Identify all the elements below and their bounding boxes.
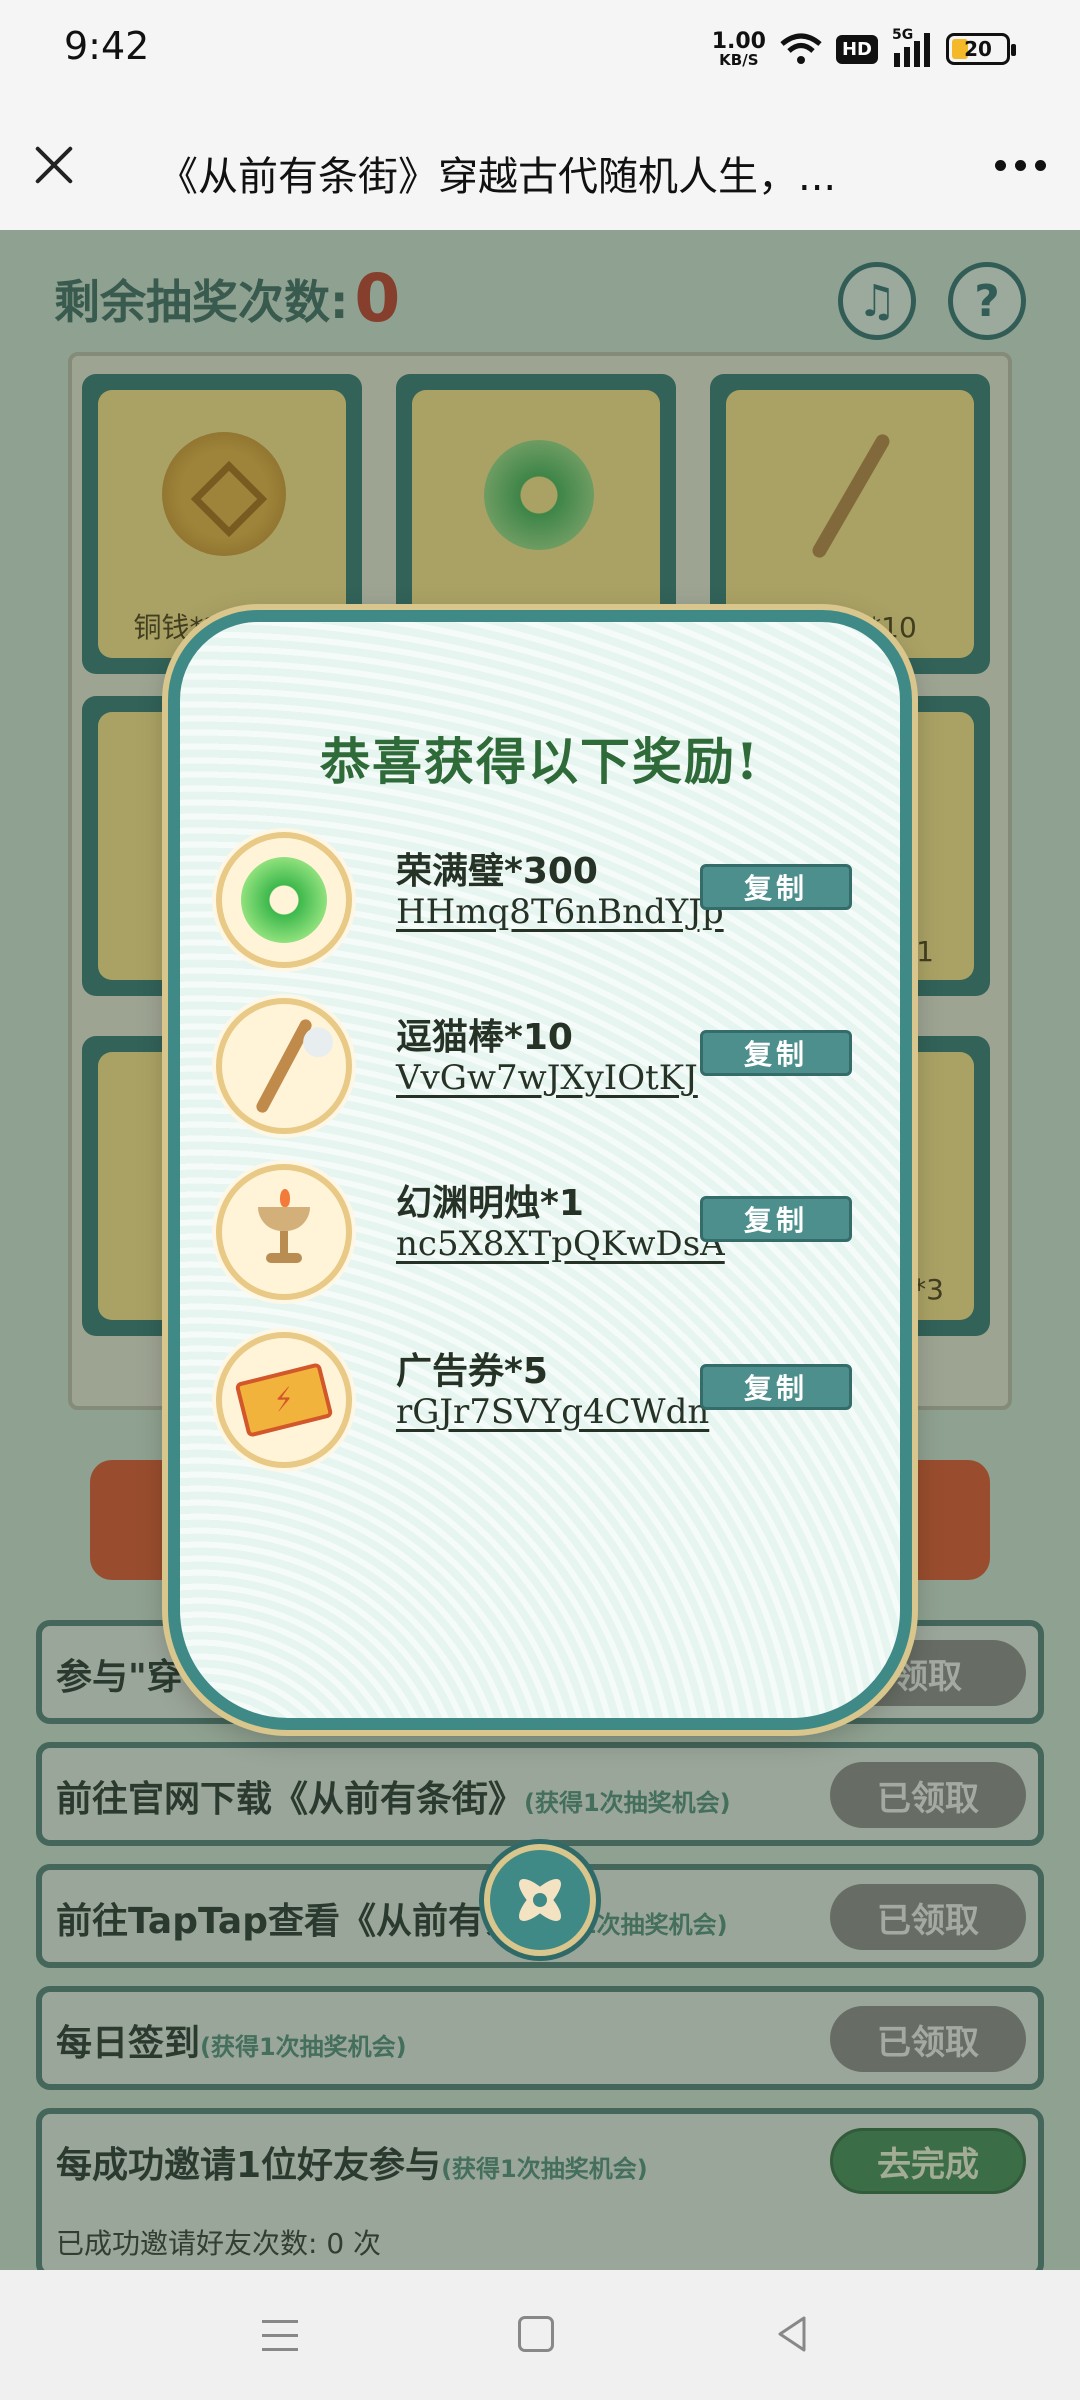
signal-icon: 5G [892,27,932,67]
cat-wand-icon [216,998,352,1134]
status-bar: 9:42 1.00 KB/S HD 5G 20 [0,0,1080,100]
recent-apps-icon[interactable] [262,2320,298,2352]
system-navigation-bar [0,2270,1080,2400]
modal-close-button[interactable] [484,1844,596,1956]
network-speed-unit: KB/S [719,50,759,69]
back-icon[interactable] [774,2314,814,2354]
wifi-icon [780,33,822,64]
jade-icon [216,832,352,968]
reward-item: 幻渊明烛*1 nc5X8XTpQKwDsA 复制 [216,1164,876,1304]
reward-name: 荣满璧*300 [396,851,598,892]
reward-name: 广告券*5 [396,1351,548,1392]
signal-label: 5G [892,27,914,43]
modal-title: 恭喜获得以下奖励! [320,732,760,791]
copy-button[interactable]: 复制 [700,1364,852,1410]
close-icon[interactable] [26,136,82,192]
close-icon [533,1893,547,1907]
title-bar: 《从前有条街》穿越古代随机人生，... [0,100,1080,230]
hd-badge: HD [835,34,878,64]
reward-item: ⚡ 广告券*5 rGJr7SVYg4CWdn 复制 [216,1332,876,1472]
more-options-icon[interactable] [995,160,1046,171]
reward-name: 幻渊明烛*1 [396,1183,584,1224]
battery-level: 20 [964,37,992,61]
ad-ticket-icon: ⚡ [216,1332,352,1468]
reward-name: 逗猫棒*10 [396,1017,573,1058]
status-icons: 1.00 KB/S HD 5G 20 [711,26,1016,72]
copy-button[interactable]: 复制 [700,1196,852,1242]
battery-icon: 20 [946,33,1016,65]
reward-code[interactable]: HHmq8T6nBndYJp [396,892,724,932]
reward-code[interactable]: rGJr7SVYg4CWdn [396,1392,709,1432]
reward-code[interactable]: VvGw7wJXyIOtKJ [396,1058,698,1098]
candle-icon [216,1164,352,1300]
reward-item: 逗猫棒*10 VvGw7wJXyIOtKJ 复制 [216,998,876,1138]
reward-item: 荣满璧*300 HHmq8T6nBndYJp 复制 [216,832,876,972]
status-time: 9:42 [64,24,150,68]
reward-code[interactable]: nc5X8XTpQKwDsA [396,1224,725,1264]
copy-button[interactable]: 复制 [700,864,852,910]
home-icon[interactable] [518,2316,554,2352]
page-title: 《从前有条街》穿越古代随机人生，... [158,154,837,200]
network-speed-value: 1.00 [711,28,766,54]
copy-button[interactable]: 复制 [700,1030,852,1076]
network-speed: 1.00 KB/S [711,28,766,69]
reward-modal: 恭喜获得以下奖励! 荣满璧*300 HHmq8T6nBndYJp 复制 逗猫棒*… [168,610,912,1730]
